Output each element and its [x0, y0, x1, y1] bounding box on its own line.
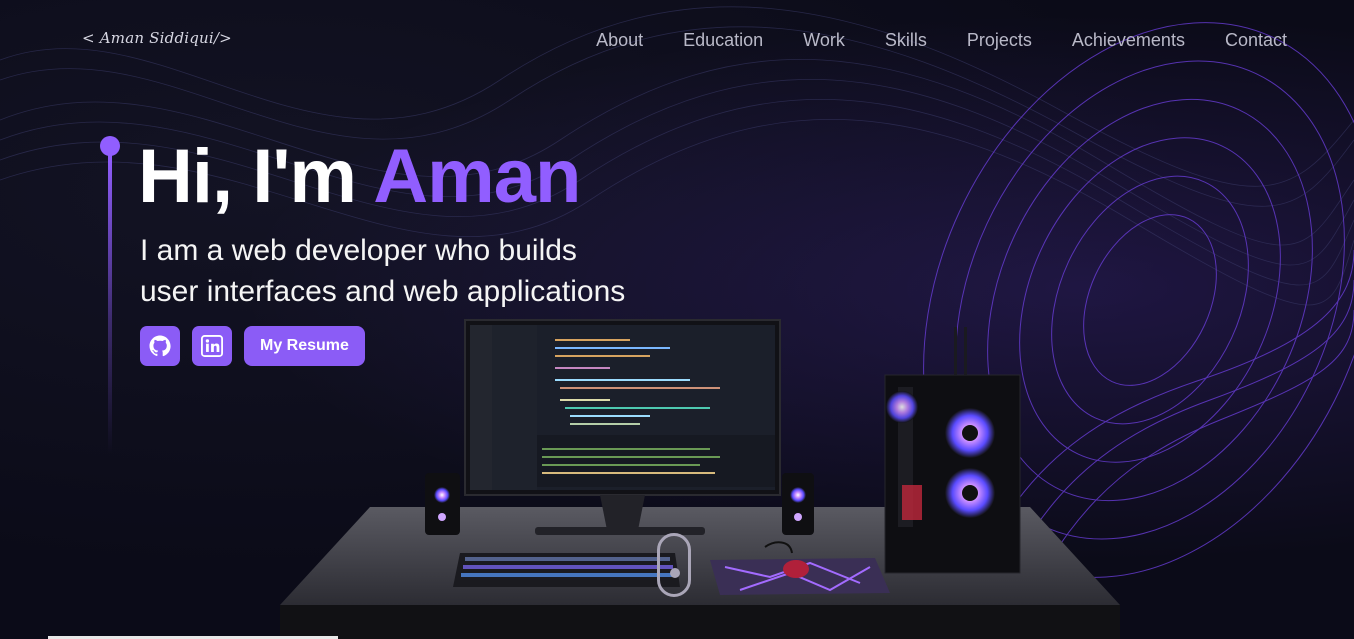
nav-contact[interactable]: Contact [1225, 30, 1287, 51]
nav-achievements[interactable]: Achievements [1072, 30, 1185, 51]
hero-name: Aman [373, 134, 581, 219]
nav-skills[interactable]: Skills [885, 30, 927, 51]
nav-work[interactable]: Work [803, 30, 845, 51]
linkedin-button[interactable] [192, 326, 232, 366]
hero-subtitle-line2: user interfaces and web applications [140, 275, 626, 308]
scroll-indicator-ball [670, 568, 680, 578]
hero-subtitle: I am a web developer who builds user int… [140, 230, 760, 312]
hero-rail-line [108, 154, 112, 454]
hero-greeting: Hi, I'm [138, 134, 374, 219]
github-icon [149, 335, 171, 357]
desk-setup-3d-scene [280, 319, 1120, 639]
hero-title: Hi, I'm Aman [138, 133, 581, 220]
main-nav: About Education Work Skills Projects Ach… [596, 30, 1287, 51]
github-button[interactable] [140, 326, 180, 366]
linkedin-icon [201, 335, 223, 357]
nav-about[interactable]: About [596, 30, 643, 51]
hero-subtitle-line1: I am a web developer who builds [140, 234, 577, 267]
scroll-indicator[interactable] [657, 533, 691, 597]
nav-projects[interactable]: Projects [967, 30, 1032, 51]
hero-rail-dot [100, 136, 120, 156]
site-logo[interactable]: < Aman Siddiqui/> [82, 29, 232, 47]
nav-education[interactable]: Education [683, 30, 763, 51]
